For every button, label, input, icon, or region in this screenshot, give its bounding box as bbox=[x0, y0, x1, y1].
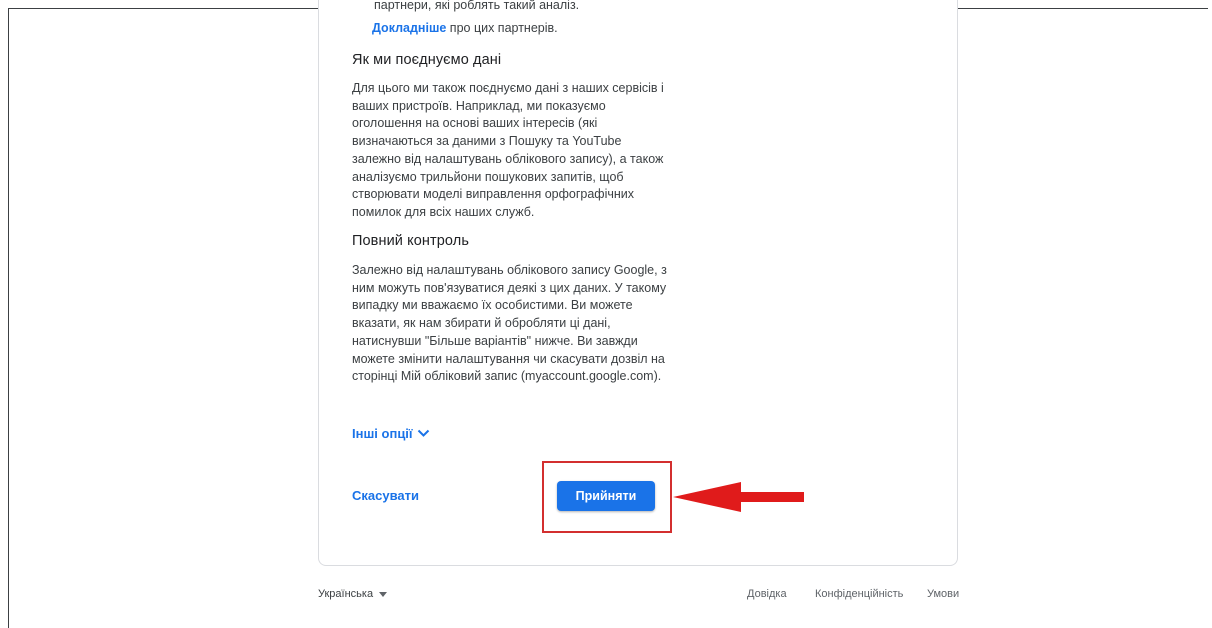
cancel-button[interactable]: Скасувати bbox=[352, 488, 419, 503]
footer-link-help[interactable]: Довідка bbox=[747, 588, 787, 600]
more-options-label: Інші опції bbox=[352, 426, 413, 441]
footer-link-privacy[interactable]: Конфіденційність bbox=[815, 588, 903, 600]
red-arrow-icon bbox=[673, 482, 805, 517]
section-body-combine-data: Для цього ми також поєднуємо дані з наши… bbox=[352, 81, 664, 219]
learn-more-link[interactable]: Докладніше bbox=[372, 21, 446, 35]
section-heading-combine-data: Як ми поєднуємо дані bbox=[352, 52, 502, 68]
learn-more-line: Докладніше про цих партнерів. bbox=[372, 19, 558, 37]
section-heading-full-control: Повний контроль bbox=[352, 233, 469, 249]
accept-button[interactable]: Прийняти bbox=[557, 481, 655, 511]
learn-more-text: про цих партнерів. bbox=[446, 21, 558, 35]
footer-link-terms[interactable]: Умови bbox=[927, 588, 959, 600]
caret-down-icon bbox=[379, 588, 388, 600]
clipped-text-line: партнери, які роблять такий аналіз. bbox=[374, 0, 580, 12]
section-body-full-control: Залежно від налаштувань облікового запис… bbox=[352, 263, 667, 384]
language-label: Українська bbox=[318, 588, 374, 600]
chevron-down-icon bbox=[417, 429, 430, 438]
language-selector[interactable]: Українська bbox=[318, 588, 388, 600]
more-options-link[interactable]: Інші опції bbox=[352, 426, 430, 441]
